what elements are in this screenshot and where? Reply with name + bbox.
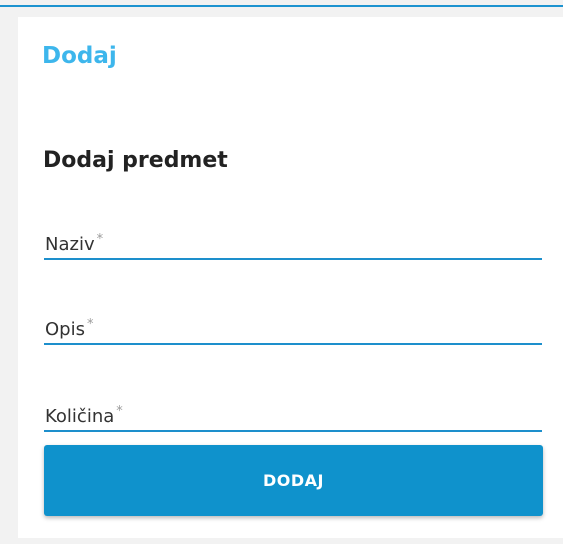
kolicina-field[interactable]: Količina * (44, 396, 546, 432)
form-heading: Dodaj predmet (43, 148, 228, 173)
card-title: Dodaj (42, 43, 117, 69)
kolicina-input[interactable] (44, 396, 546, 432)
opis-field[interactable]: Opis * (44, 309, 546, 345)
top-divider (0, 5, 563, 7)
naziv-field[interactable]: Naziv * (44, 224, 546, 260)
opis-input[interactable] (44, 309, 546, 345)
naziv-input[interactable] (44, 224, 546, 260)
add-item-card: Dodaj Dodaj predmet Naziv * Opis * Količin… (18, 17, 563, 538)
add-button[interactable]: DODAJ (44, 445, 543, 516)
